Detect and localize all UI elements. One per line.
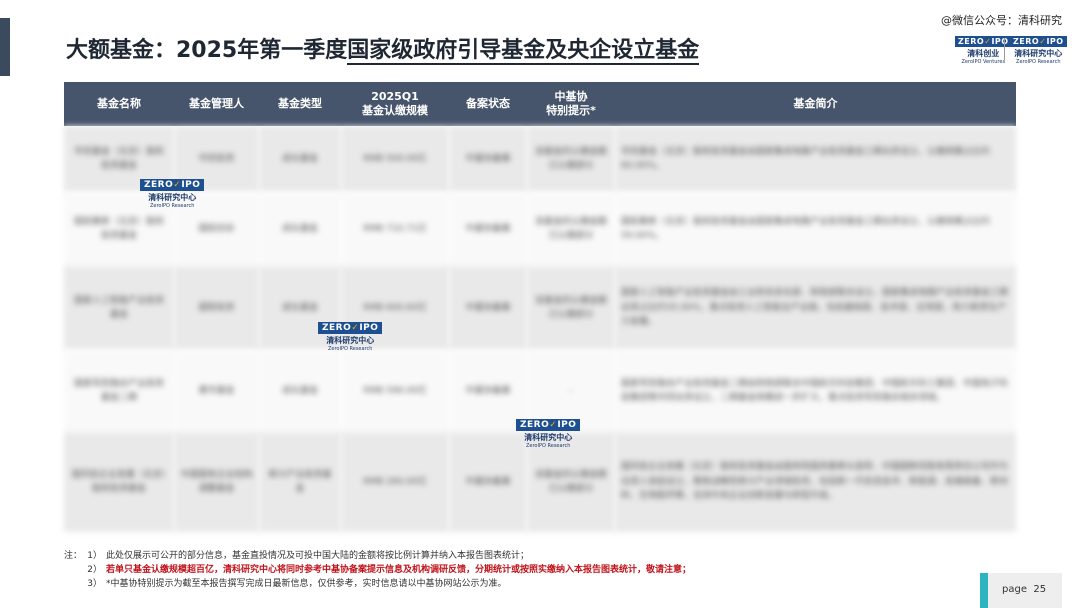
cell-fund-name: 国家军民融合产业投资基金二期	[64, 350, 174, 432]
footnote-text: 此处仅展示可公开的部分信息，基金直投情况及可投中国大陆的金额将按比例计算并纳入本…	[106, 551, 530, 561]
zeroipo-research-logo: ZERO✓IPO 清科研究中心 ZeroIPO Research	[1010, 36, 1067, 65]
header-fund-name: 基金名称	[64, 82, 174, 126]
header-fund-manager: 基金管理人	[174, 82, 259, 126]
cell-fund-description: 国家人工智能产业投资基金由工业和信息化部、财政部联合设立，国家集成电路产业投资基…	[615, 266, 1016, 350]
watermark-mark-a: ZERO	[144, 180, 174, 190]
cell-fund-name: 国风投企业发展（北京）股权投资基金	[64, 432, 174, 532]
cell-fund-type: 成长基金	[259, 192, 341, 266]
cell-fund-size: RMB 500.00亿	[341, 126, 449, 192]
cell-filing-status: 中基协备案	[449, 266, 527, 350]
cell-fund-manager: 中国国有企业结构调整基金	[174, 432, 259, 532]
page-title-prefix: 大额基金：2025年第一季度	[66, 38, 348, 63]
footnote-number: 2）	[87, 565, 102, 575]
header-fund-type: 基金类型	[259, 82, 341, 126]
cell-fund-type: 成长基金	[259, 126, 341, 192]
cell-fund-name: 国家人工智能产业投资基金	[64, 266, 174, 350]
page-title-underlined: 国家级政府引导基金及央企设立基金	[347, 38, 700, 65]
footnote-lead: 注：	[64, 551, 83, 561]
table-header-row: 基金名称 基金管理人 基金类型 2025Q1 基金认缴规模 备案状态 中基协 特…	[64, 82, 1016, 126]
logo-divider	[1004, 38, 1005, 60]
header-fund-description: 基金简介	[615, 82, 1016, 126]
page-title: 大额基金：2025年第一季度国家级政府引导基金及央企设立基金	[66, 32, 700, 65]
table-row: 国家人工智能产业投资基金 国智投资 成长基金 RMB 600.60亿 中基协备案…	[64, 266, 1016, 350]
logo-en-name: ZeroIPO Ventures	[961, 59, 1006, 65]
table-row: 华控基金（北京）股权投资基金 华控投资 成长基金 RMB 500.00亿 中基协…	[64, 126, 1016, 192]
page-label: page	[1002, 584, 1027, 595]
fund-table: 基金名称 基金管理人 基金类型 2025Q1 基金认缴规模 备案状态 中基协 特…	[64, 82, 1016, 532]
header-fund-size: 2025Q1 基金认缴规模	[341, 82, 449, 126]
zeroipo-watermark: ZERO✓IPO 清科研究中心 ZeroIPO Research	[516, 419, 581, 449]
cell-fund-description: 国投集新（北京）股权投资基金由国家集成电路产业投资基金三期出资设立，认缴规模占比…	[615, 192, 1016, 266]
table-row: 国投集新（北京）股权投资基金 国投创合 成长基金 RMB 710.71亿 中基协…	[64, 192, 1016, 266]
wechat-credit: @微信公众号：清科研究	[941, 14, 1062, 27]
zeroipo-watermark: ZERO✓IPO 清科研究中心 ZeroIPO Research	[318, 322, 383, 352]
logo-mark-b: IPO	[991, 37, 1009, 46]
watermark-cn: 清科研究中心	[326, 336, 375, 345]
cell-fund-manager: 惠华基金	[174, 350, 259, 432]
cell-filing-status: 中基协备案	[449, 126, 527, 192]
logo-mark-a: ZERO	[1013, 37, 1040, 46]
watermark-mark-b: IPO	[557, 420, 577, 430]
watermark-mark-a: ZERO	[322, 323, 352, 333]
footnote-text: *中基协特别提示为截至本报告撰写完成日最新信息，仅供参考，实时信息请以中基协网站…	[106, 579, 507, 589]
logo-cn-name: 清科研究中心	[1014, 49, 1063, 58]
logo-mark-b: IPO	[1046, 37, 1064, 46]
logo-cn-name: 清科创业	[967, 49, 1000, 58]
cell-amac-notice: 该基金的认缴金额已认缴部分	[527, 192, 615, 266]
cell-filing-status: 中基协备案	[449, 192, 527, 266]
cell-fund-size: RMB 710.71亿	[341, 192, 449, 266]
footnote-item: 注： 1） 此处仅展示可公开的部分信息，基金直投情况及可投中国大陆的金额将按比例…	[64, 549, 964, 563]
zeroipo-watermark: ZERO✓IPO 清科研究中心 ZeroIPO Research	[140, 179, 205, 209]
footnote-text-highlight: 若单只基金认缴规模超百亿，清科研究中心将同时参考中基协备案提示信息及机构调研反馈…	[106, 565, 692, 575]
cell-fund-type: 成长基金	[259, 350, 341, 432]
title-accent-bar	[0, 18, 10, 76]
cell-amac-notice: 该基金的认缴金额已认缴部分	[527, 126, 615, 192]
header-filing-status: 备案状态	[449, 82, 527, 126]
cell-fund-size: RMB 596.00亿	[341, 350, 449, 432]
footnote-number: 1）	[87, 551, 102, 561]
footnote-number: 3）	[87, 579, 102, 589]
page-number: 25	[1033, 584, 1047, 595]
cell-fund-size: RMB 260.00亿	[341, 432, 449, 532]
header-amac-notice: 中基协 特别提示*	[527, 82, 615, 126]
footnotes: 注： 1） 此处仅展示可公开的部分信息，基金直投情况及可投中国大陆的金额将按比例…	[64, 549, 964, 591]
watermark-cn: 清科研究中心	[524, 433, 573, 442]
cell-fund-description: 国风投企业发展（北京）股权投资基金由国务院国资委牵头指导、中国国新控股有限责任公…	[615, 432, 1016, 532]
footnote-item: 3） *中基协特别提示为截至本报告撰写完成日最新信息，仅供参考，实时信息请以中基…	[64, 577, 964, 591]
cell-fund-manager: 国智投资	[174, 266, 259, 350]
watermark-en: ZeroIPO Research	[525, 443, 571, 449]
cell-fund-description: 华控基金（北京）股权投资基金由国家集成电路产业投资基金三期出资设立，认缴规模占比…	[615, 126, 1016, 192]
page-badge-accent	[980, 573, 988, 608]
logo-en-name: ZeroIPO Research	[1016, 59, 1061, 65]
watermark-mark-b: IPO	[181, 180, 201, 190]
watermark-mark-a: ZERO	[520, 420, 550, 430]
cell-fund-description: 国家军民融合产业投资基金二期由财政部联合中国航天科技集团、中国航天科工集团、中国…	[615, 350, 1016, 432]
page-number-badge: page 25	[980, 573, 1062, 608]
footnote-item: 2） 若单只基金认缴规模超百亿，清科研究中心将同时参考中基协备案提示信息及机构调…	[64, 563, 964, 577]
cell-fund-type: 新兴产业投资基金	[259, 432, 341, 532]
cell-amac-notice: 该基金的认缴金额已认缴部分	[527, 266, 615, 350]
watermark-mark-b: IPO	[359, 323, 379, 333]
watermark-en: ZeroIPO Research	[149, 203, 195, 209]
watermark-cn: 清科研究中心	[148, 193, 197, 202]
watermark-en: ZeroIPO Research	[327, 346, 373, 352]
logo-mark-a: ZERO	[958, 37, 985, 46]
